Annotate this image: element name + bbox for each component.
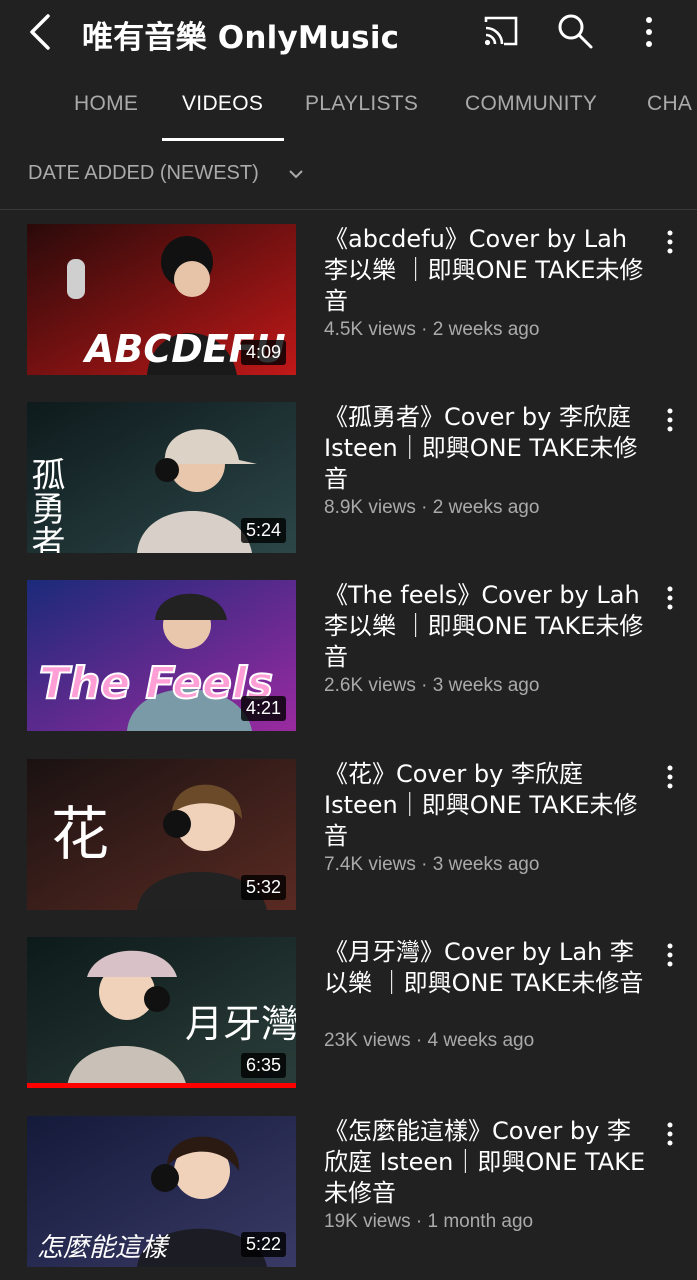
more-options-icon[interactable] bbox=[660, 404, 680, 436]
tab-home[interactable]: HOME bbox=[74, 92, 138, 116]
back-arrow-icon[interactable] bbox=[22, 12, 58, 52]
sort-dropdown[interactable]: DATE ADDED (NEWEST) bbox=[28, 162, 259, 185]
video-item[interactable]: The Feels 4:21 《The feels》Cover by Lah 李… bbox=[0, 580, 697, 732]
app-bar: 唯有音樂 OnlyMusic bbox=[0, 0, 697, 66]
tab-community[interactable]: COMMUNITY bbox=[465, 92, 597, 116]
thumbnail-overlay-text: 孤勇者 bbox=[27, 457, 65, 553]
video-item[interactable]: ABCDEFU 4:09 《abcdefu》Cover by Lah 李以樂 ｜… bbox=[0, 224, 697, 376]
video-title[interactable]: 《abcdefu》Cover by Lah 李以樂 ｜即興ONE TAKE未修音 bbox=[324, 224, 654, 317]
tab-playlists[interactable]: PLAYLISTS bbox=[305, 92, 418, 116]
video-thumbnail[interactable]: The Feels 4:21 bbox=[27, 580, 296, 731]
video-meta: 2.6K views · 3 weeks ago bbox=[324, 675, 540, 696]
video-thumbnail[interactable]: 孤勇者 5:24 bbox=[27, 402, 296, 553]
tab-channels[interactable]: CHA bbox=[647, 92, 692, 116]
video-thumbnail[interactable]: 月牙灣 6:35 bbox=[27, 937, 296, 1088]
channel-tabs: HOME VIDEOS PLAYLISTS COMMUNITY CHA bbox=[0, 74, 697, 142]
more-options-icon[interactable] bbox=[660, 226, 680, 258]
duration-badge: 6:35 bbox=[240, 1053, 286, 1078]
watch-progress-bar bbox=[27, 1083, 296, 1088]
more-options-icon[interactable] bbox=[660, 761, 680, 793]
thumbnail-overlay-text: The Feels bbox=[39, 658, 273, 709]
duration-badge: 5:24 bbox=[240, 518, 286, 543]
video-meta: 7.4K views · 3 weeks ago bbox=[324, 854, 540, 875]
video-meta: 19K views · 1 month ago bbox=[324, 1211, 534, 1232]
video-title[interactable]: 《花》Cover by 李欣庭 Isteen｜即興ONE TAKE未修音 bbox=[324, 759, 654, 852]
video-title[interactable]: 《月牙灣》Cover by Lah 李以樂 ｜即興ONE TAKE未修音 bbox=[324, 937, 654, 999]
channel-title: 唯有音樂 OnlyMusic bbox=[82, 20, 400, 56]
tab-videos[interactable]: VIDEOS bbox=[182, 92, 263, 116]
video-item[interactable]: 怎麼能這樣 5:22 《怎麼能這樣》Cover by 李欣庭 Isteen｜即興… bbox=[0, 1116, 697, 1268]
divider bbox=[0, 209, 697, 210]
more-options-icon[interactable] bbox=[660, 939, 680, 971]
video-title[interactable]: 《The feels》Cover by Lah 李以樂 ｜即興ONE TAKE未… bbox=[324, 580, 654, 673]
video-item[interactable]: 孤勇者 5:24 《孤勇者》Cover by 李欣庭 Isteen｜即興ONE … bbox=[0, 402, 697, 554]
thumbnail-overlay-text: 怎麼能這樣 bbox=[37, 1233, 171, 1263]
chevron-down-icon[interactable] bbox=[287, 165, 305, 183]
video-thumbnail[interactable]: 怎麼能這樣 5:22 bbox=[27, 1116, 296, 1267]
video-thumbnail[interactable]: 花 5:32 bbox=[27, 759, 296, 910]
video-item[interactable]: 花 5:32 《花》Cover by 李欣庭 Isteen｜即興ONE TAKE… bbox=[0, 759, 697, 911]
thumbnail-overlay-text: 月牙灣 bbox=[185, 1002, 296, 1046]
video-item[interactable]: 月牙灣 6:35 《月牙灣》Cover by Lah 李以樂 ｜即興ONE TA… bbox=[0, 937, 697, 1089]
search-icon[interactable] bbox=[556, 12, 594, 50]
more-options-icon[interactable] bbox=[660, 582, 680, 614]
video-title[interactable]: 《怎麼能這樣》Cover by 李欣庭 Isteen｜即興ONE TAKE未修音 bbox=[324, 1116, 654, 1209]
duration-badge: 4:21 bbox=[240, 696, 286, 721]
duration-badge: 5:22 bbox=[240, 1232, 286, 1257]
duration-badge: 5:32 bbox=[240, 875, 286, 900]
video-meta: 8.9K views · 2 weeks ago bbox=[324, 497, 540, 518]
more-options-icon[interactable] bbox=[660, 1118, 680, 1150]
video-meta: 4.5K views · 2 weeks ago bbox=[324, 319, 540, 340]
video-thumbnail[interactable]: ABCDEFU 4:09 bbox=[27, 224, 296, 375]
active-tab-indicator bbox=[162, 138, 284, 141]
more-options-icon[interactable] bbox=[636, 12, 662, 52]
video-title[interactable]: 《孤勇者》Cover by 李欣庭 Isteen｜即興ONE TAKE未修音 bbox=[324, 402, 654, 495]
thumbnail-overlay-text: 花 bbox=[51, 800, 109, 868]
video-meta: 23K views · 4 weeks ago bbox=[324, 1030, 535, 1051]
duration-badge: 4:09 bbox=[240, 340, 286, 365]
cast-icon[interactable] bbox=[482, 14, 520, 48]
